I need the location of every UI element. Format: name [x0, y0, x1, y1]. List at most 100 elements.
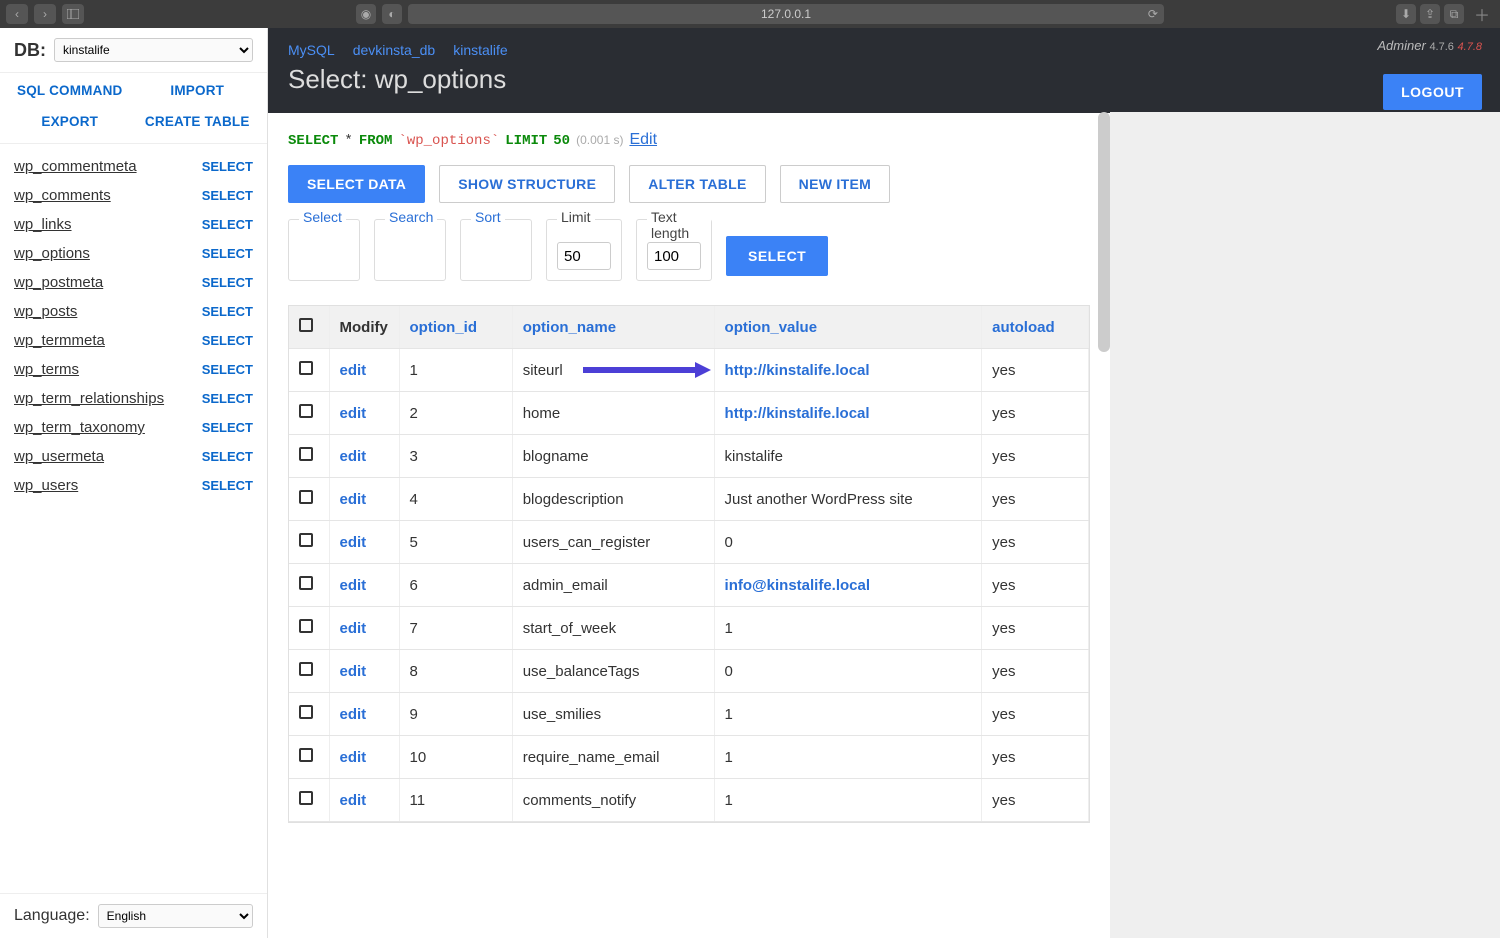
sidebar-table-name[interactable]: wp_term_relationships [14, 390, 164, 407]
row-checkbox[interactable] [299, 533, 313, 547]
edit-link[interactable]: edit [340, 663, 367, 680]
sidebar-table-select-link[interactable]: SELECT [202, 391, 253, 406]
edit-link[interactable]: edit [340, 749, 367, 766]
row-checkbox[interactable] [299, 791, 313, 805]
cell-option-value[interactable]: http://kinstalife.local [714, 392, 982, 435]
contrast-icon[interactable]: ◐ [382, 4, 402, 24]
sidebar-table-name[interactable]: wp_options [14, 245, 90, 262]
sidebar-table-name[interactable]: wp_postmeta [14, 274, 103, 291]
sidebar-tables: wp_commentmetaSELECTwp_commentsSELECTwp_… [0, 144, 267, 893]
cell-option-value[interactable]: info@kinstalife.local [714, 564, 982, 607]
reload-icon[interactable]: ⟳ [1148, 7, 1158, 21]
col-option-name[interactable]: option_name [512, 306, 714, 349]
row-checkbox[interactable] [299, 705, 313, 719]
edit-link[interactable]: edit [340, 405, 367, 422]
sql-edit-link[interactable]: Edit [629, 131, 657, 149]
logout-button[interactable]: LOGOUT [1383, 74, 1482, 110]
sidebar-table-name[interactable]: wp_commentmeta [14, 158, 137, 175]
back-button[interactable]: ‹ [6, 4, 28, 24]
select-data-button[interactable]: SELECT DATA [288, 165, 425, 203]
sidebar-table-select-link[interactable]: SELECT [202, 246, 253, 261]
select-submit-button[interactable]: SELECT [726, 236, 828, 276]
url-bar[interactable]: 127.0.0.1 ⟳ [408, 4, 1164, 24]
sidebar-table-select-link[interactable]: SELECT [202, 304, 253, 319]
row-checkbox[interactable] [299, 447, 313, 461]
sidebar-table-row: wp_term_taxonomy SELECT [0, 413, 267, 442]
edit-link[interactable]: edit [340, 706, 367, 723]
shield-icon[interactable]: ◉ [356, 4, 376, 24]
select-legend[interactable]: Select [299, 209, 346, 225]
cell-option-id: 9 [399, 693, 512, 736]
export-link[interactable]: EXPORT [8, 114, 132, 129]
new-tab-button[interactable]: ＋ [1470, 0, 1494, 28]
sidebar-table-select-link[interactable]: SELECT [202, 362, 253, 377]
db-select[interactable]: kinstalife [54, 38, 253, 62]
cell-option-value[interactable]: http://kinstalife.local [714, 349, 982, 392]
sidebar-table-select-link[interactable]: SELECT [202, 188, 253, 203]
cell-autoload: yes [982, 349, 1089, 392]
language-select[interactable]: English [98, 904, 253, 928]
row-checkbox[interactable] [299, 490, 313, 504]
crumb-schema[interactable]: kinstalife [453, 42, 507, 58]
row-checkbox[interactable] [299, 361, 313, 375]
col-option-value[interactable]: option_value [714, 306, 982, 349]
col-autoload[interactable]: autoload [982, 306, 1089, 349]
sidebar-table-select-link[interactable]: SELECT [202, 449, 253, 464]
edit-link[interactable]: edit [340, 534, 367, 551]
row-checkbox[interactable] [299, 576, 313, 590]
edit-link[interactable]: edit [340, 792, 367, 809]
import-link[interactable]: IMPORT [136, 83, 260, 98]
edit-link[interactable]: edit [340, 448, 367, 465]
sidebar-table-select-link[interactable]: SELECT [202, 478, 253, 493]
share-icon[interactable]: ⇪ [1420, 4, 1440, 24]
table-row: edit6admin_emailinfo@kinstalife.localyes [289, 564, 1089, 607]
tabs-icon[interactable]: ⧉ [1444, 4, 1464, 24]
language-label: Language: [14, 907, 90, 925]
table-row: edit3blognamekinstalifeyes [289, 435, 1089, 478]
row-checkbox[interactable] [299, 404, 313, 418]
forward-button[interactable]: › [34, 4, 56, 24]
scrollbar[interactable] [1098, 112, 1110, 352]
sidebar-table-name[interactable]: wp_termmeta [14, 332, 105, 349]
crumb-db[interactable]: devkinsta_db [353, 42, 436, 58]
sidebar-table-name[interactable]: wp_usermeta [14, 448, 104, 465]
row-checkbox[interactable] [299, 748, 313, 762]
new-item-button[interactable]: NEW ITEM [780, 165, 890, 203]
cell-option-value: Just another WordPress site [714, 478, 982, 521]
sidebar-table-select-link[interactable]: SELECT [202, 275, 253, 290]
sort-fieldset[interactable]: Sort [460, 219, 532, 281]
sidebar-table-name[interactable]: wp_users [14, 477, 78, 494]
sql-command-link[interactable]: SQL COMMAND [8, 83, 132, 98]
sidebar-table-select-link[interactable]: SELECT [202, 217, 253, 232]
alter-table-button[interactable]: ALTER TABLE [629, 165, 765, 203]
search-fieldset[interactable]: Search [374, 219, 446, 281]
sort-legend[interactable]: Sort [471, 209, 505, 225]
sidebar-toggle-icon[interactable] [62, 4, 84, 24]
select-all-checkbox[interactable] [299, 318, 313, 332]
table-row: edit9use_smilies1yes [289, 693, 1089, 736]
sidebar-table-select-link[interactable]: SELECT [202, 420, 253, 435]
row-checkbox[interactable] [299, 662, 313, 676]
edit-link[interactable]: edit [340, 491, 367, 508]
sidebar-table-select-link[interactable]: SELECT [202, 333, 253, 348]
sidebar-table-name[interactable]: wp_links [14, 216, 72, 233]
search-legend[interactable]: Search [385, 209, 437, 225]
show-structure-button[interactable]: SHOW STRUCTURE [439, 165, 615, 203]
textlen-input[interactable] [647, 242, 701, 270]
sidebar-table-name[interactable]: wp_comments [14, 187, 111, 204]
create-table-link[interactable]: CREATE TABLE [136, 114, 260, 129]
sidebar-table-select-link[interactable]: SELECT [202, 159, 253, 174]
crumb-mysql[interactable]: MySQL [288, 42, 335, 58]
download-icon[interactable]: ⬇ [1396, 4, 1416, 24]
action-buttons: SELECT DATA SHOW STRUCTURE ALTER TABLE N… [288, 165, 1090, 203]
sidebar-table-name[interactable]: wp_term_taxonomy [14, 419, 145, 436]
edit-link[interactable]: edit [340, 577, 367, 594]
sidebar-table-name[interactable]: wp_posts [14, 303, 77, 320]
edit-link[interactable]: edit [340, 620, 367, 637]
col-option-id[interactable]: option_id [399, 306, 512, 349]
select-columns-fieldset[interactable]: Select [288, 219, 360, 281]
sidebar-table-name[interactable]: wp_terms [14, 361, 79, 378]
edit-link[interactable]: edit [340, 362, 367, 379]
row-checkbox[interactable] [299, 619, 313, 633]
limit-input[interactable] [557, 242, 611, 270]
